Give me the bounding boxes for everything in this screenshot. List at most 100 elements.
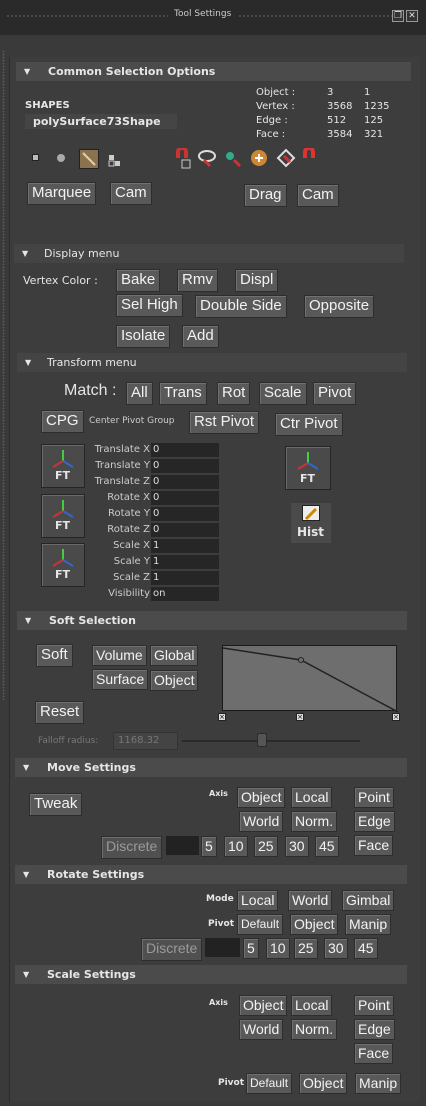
move-discrete-button[interactable]: Discrete xyxy=(101,836,163,859)
rotate-step-10[interactable]: 10 xyxy=(266,938,290,959)
freeze-transform-button[interactable]: FT xyxy=(41,444,85,488)
curve-key-icon[interactable]: × xyxy=(218,713,226,721)
sel-high-button[interactable]: Sel High xyxy=(116,294,183,317)
soft-button[interactable]: Soft xyxy=(36,644,73,667)
move-norm-button[interactable]: Norm. xyxy=(291,811,338,832)
rotate-discrete-button[interactable]: Discrete xyxy=(141,938,203,961)
dock-grip[interactable] xyxy=(2,50,5,700)
rotate-step-30[interactable]: 30 xyxy=(324,938,348,959)
object-mode-icon[interactable] xyxy=(32,154,39,161)
double-side-button[interactable]: Double Side xyxy=(195,295,287,318)
rotate-local-button[interactable]: Local xyxy=(237,890,279,911)
falloff-slider-handle[interactable] xyxy=(257,733,268,747)
scale-manip-button[interactable]: Manip xyxy=(355,1073,402,1094)
move-step-25[interactable]: 25 xyxy=(254,836,278,857)
displ-button[interactable]: Displ xyxy=(235,269,279,292)
rotate-manip-button[interactable]: Manip xyxy=(345,914,392,935)
match-all-button[interactable]: All xyxy=(126,382,153,405)
move-local-button[interactable]: Local xyxy=(291,787,333,808)
close-icon[interactable]: ✕ xyxy=(406,10,418,22)
match-pivot-button[interactable]: Pivot xyxy=(313,382,357,405)
opposite-button[interactable]: Opposite xyxy=(304,295,375,318)
rotate-default-button[interactable]: Default xyxy=(237,914,284,935)
scale-y-field[interactable]: 1 xyxy=(151,555,219,569)
freeze-transform-button-3[interactable]: FT xyxy=(41,543,85,587)
frame-common-selection[interactable]: ▼ Common Selection Options xyxy=(16,62,411,81)
rotate-world-button[interactable]: World xyxy=(288,890,333,911)
move-face-button[interactable]: Face xyxy=(354,835,394,856)
cam-button[interactable]: Cam xyxy=(110,182,152,205)
scale-point-button[interactable]: Point xyxy=(354,995,394,1016)
rst-pivot-button[interactable]: Rst Pivot xyxy=(189,411,260,434)
add-button[interactable]: Add xyxy=(182,325,219,348)
rotate-step-5[interactable]: 5 xyxy=(243,938,259,959)
scale-norm-button[interactable]: Norm. xyxy=(291,1019,338,1040)
frame-move-settings[interactable]: ▼ Move Settings xyxy=(15,758,407,777)
component-mode-icon[interactable] xyxy=(57,154,65,162)
volume-button[interactable]: Volume xyxy=(92,645,147,666)
scale-default-button[interactable]: Default xyxy=(246,1073,293,1094)
drag-button[interactable]: Drag xyxy=(244,184,287,207)
frame-scale-settings[interactable]: ▼ Scale Settings xyxy=(15,965,407,984)
move-point-button[interactable]: Point xyxy=(354,787,394,808)
scale-object-pivot-button[interactable]: Object xyxy=(299,1073,348,1094)
history-button[interactable]: Hist xyxy=(291,503,331,543)
rotate-object-button[interactable]: Object xyxy=(290,914,339,935)
scale-world-button[interactable]: World xyxy=(239,1019,284,1040)
move-edge-button[interactable]: Edge xyxy=(354,811,395,832)
frame-display-menu[interactable]: ▼ Display menu xyxy=(14,244,404,263)
cpg-button[interactable]: CPG xyxy=(41,410,84,433)
rotate-discrete-field[interactable] xyxy=(205,938,240,957)
curve-key-icon[interactable]: × xyxy=(296,713,304,721)
scale-z-field[interactable]: 1 xyxy=(151,571,219,585)
rmv-button[interactable]: Rmv xyxy=(177,269,218,292)
scale-edge-button[interactable]: Edge xyxy=(354,1019,395,1040)
marquee-button[interactable]: Marquee xyxy=(27,182,97,205)
rotate-gimbal-button[interactable]: Gimbal xyxy=(342,890,395,911)
move-step-30[interactable]: 30 xyxy=(285,836,309,857)
rotate-x-field[interactable]: 0 xyxy=(151,491,219,505)
translate-y-field[interactable]: 0 xyxy=(151,459,219,473)
translate-z-field[interactable]: 0 xyxy=(151,475,219,489)
move-step-5[interactable]: 5 xyxy=(201,836,217,857)
visibility-field[interactable]: on xyxy=(151,587,219,601)
ctr-pivot-button[interactable]: Ctr Pivot xyxy=(275,413,343,436)
grid-select-icon[interactable] xyxy=(108,152,121,167)
freeze-all-button[interactable]: FT xyxy=(285,446,331,490)
falloff-radius-field[interactable]: 1168.32 xyxy=(113,732,178,750)
move-object-button[interactable]: Object xyxy=(237,787,286,808)
scale-local-button[interactable]: Local xyxy=(291,995,333,1016)
scale-face-button[interactable]: Face xyxy=(354,1043,394,1064)
reset-button[interactable]: Reset xyxy=(35,701,85,724)
bake-button[interactable]: Bake xyxy=(116,269,161,292)
isolate-button[interactable]: Isolate xyxy=(116,325,171,348)
tweak-button[interactable]: Tweak xyxy=(29,793,83,816)
move-step-45[interactable]: 45 xyxy=(315,836,339,857)
frame-soft-selection[interactable]: ▼ Soft Selection xyxy=(17,611,407,630)
move-discrete-field[interactable] xyxy=(166,836,199,855)
freeze-transform-button-2[interactable]: FT xyxy=(41,494,85,538)
falloff-curve-graph[interactable] xyxy=(222,645,399,713)
rotate-z-field[interactable]: 0 xyxy=(151,523,219,537)
rotate-step-25[interactable]: 25 xyxy=(294,938,318,959)
surface-button[interactable]: Surface xyxy=(92,669,149,690)
restore-icon[interactable]: ❐ xyxy=(392,10,404,22)
global-button[interactable]: Global xyxy=(150,645,199,666)
translate-x-field[interactable]: 0 xyxy=(151,443,219,457)
move-step-10[interactable]: 10 xyxy=(224,836,248,857)
scale-object-button[interactable]: Object xyxy=(239,995,288,1016)
falloff-slider-track[interactable] xyxy=(182,740,360,742)
rotate-y-field[interactable]: 0 xyxy=(151,507,219,521)
rotate-step-45[interactable]: 45 xyxy=(354,938,378,959)
match-trans-button[interactable]: Trans xyxy=(159,382,207,405)
brush-select-icon[interactable] xyxy=(79,149,99,169)
match-rot-button[interactable]: Rot xyxy=(217,382,251,405)
move-world-button[interactable]: World xyxy=(239,811,284,832)
frame-rotate-settings[interactable]: ▼ Rotate Settings xyxy=(15,865,407,884)
object-button[interactable]: Object xyxy=(150,670,199,691)
curve-key-icon[interactable]: × xyxy=(392,713,400,721)
drag-cam-button[interactable]: Cam xyxy=(297,184,339,207)
frame-transform-menu[interactable]: ▼ Transform menu xyxy=(17,353,407,372)
match-scale-button[interactable]: Scale xyxy=(259,382,307,405)
scale-x-field[interactable]: 1 xyxy=(151,539,219,553)
